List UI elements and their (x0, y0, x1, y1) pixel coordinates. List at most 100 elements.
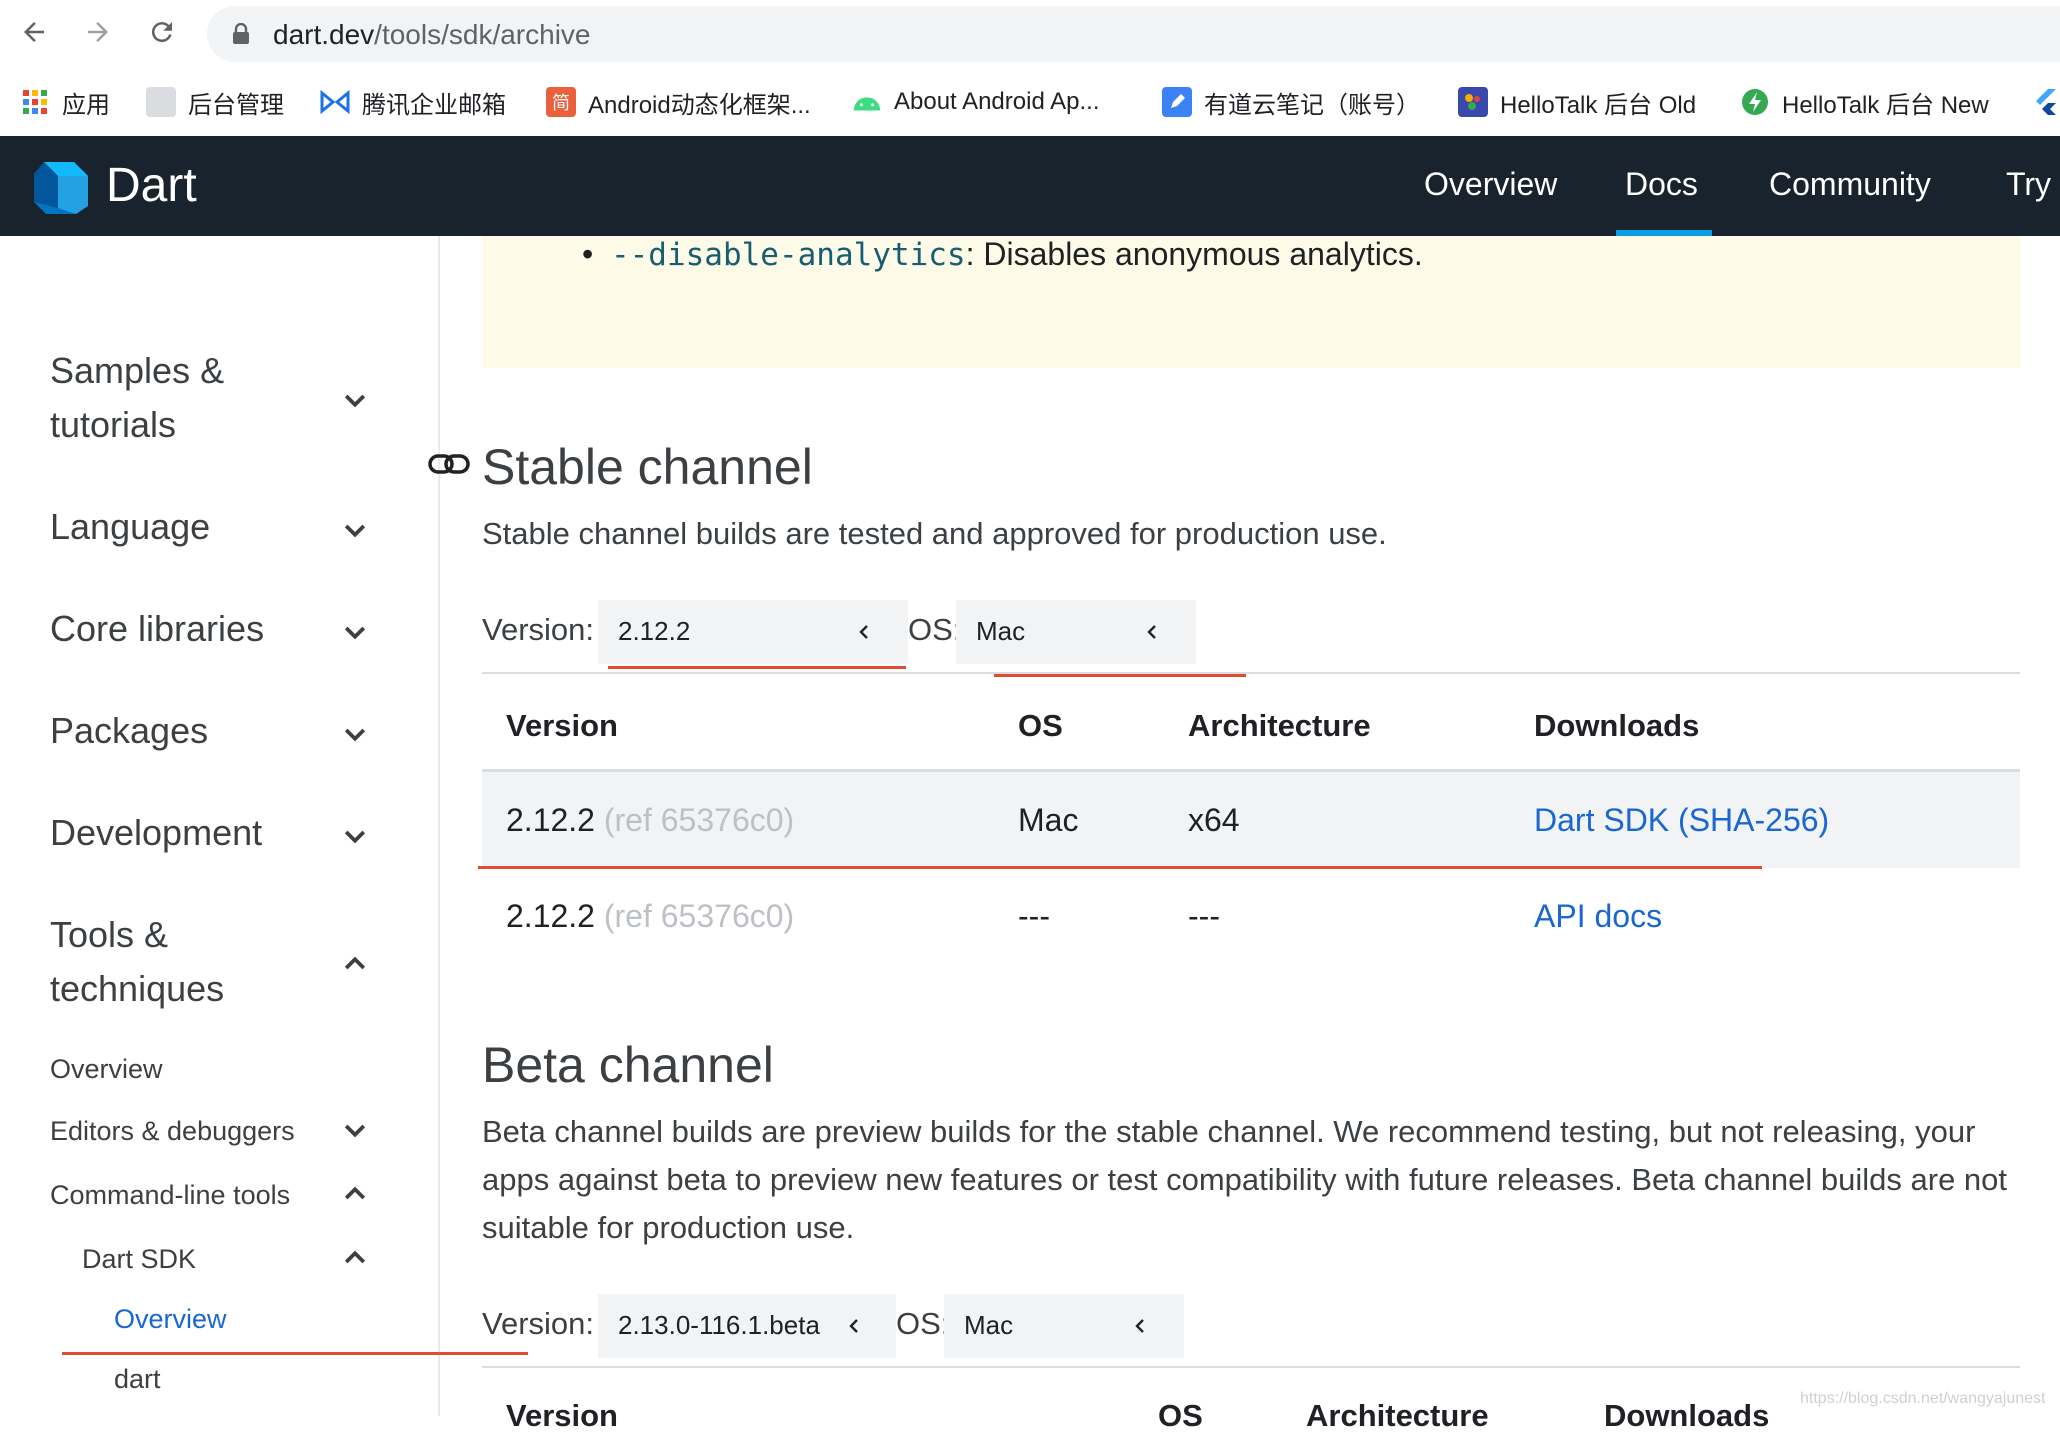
chevron-up-icon[interactable] (340, 1242, 370, 1272)
back-arrow-icon (24, 22, 44, 42)
site-header: Dart Overview Docs Community Try (0, 136, 2060, 236)
beta-version-label: Version: (482, 1306, 595, 1341)
dart-logo-icon[interactable] (32, 158, 90, 216)
admin-icon (146, 87, 176, 117)
anchor-link-icon[interactable] (428, 450, 470, 478)
api-docs-link[interactable]: API docs (1534, 898, 1662, 935)
os-cell: --- (1018, 898, 1050, 934)
os-cell: Mac (1018, 802, 1079, 838)
sidebar-item-dart[interactable]: dart (114, 1364, 161, 1395)
table-row: 2.12.2 (ref 65376c0) --- --- API docs (482, 868, 2020, 964)
column-header: Downloads (1604, 1398, 1770, 1433)
tencent-mail-icon (320, 87, 350, 117)
bookmark-apps[interactable]: 应用 (20, 84, 110, 120)
bookmark-hellotalk-old[interactable]: HelloTalk 后台 Old (1458, 84, 1696, 120)
chevron-down-icon[interactable] (340, 1116, 370, 1146)
chevron-up-icon[interactable] (340, 948, 370, 978)
reload-icon (151, 22, 172, 43)
chevron-left-icon (1135, 1319, 1144, 1333)
version-cell: 2.12.2 (ref 65376c0) (506, 802, 795, 838)
sidebar-section-samples[interactable]: Samples & tutorials (50, 344, 270, 452)
table-header-row: Version OS Architecture Downloads (482, 672, 2020, 772)
lock-icon (233, 23, 249, 44)
column-header: Downloads (1534, 708, 1700, 743)
column-header: Version (506, 1398, 618, 1433)
sidebar-section-packages[interactable]: Packages (50, 704, 208, 758)
code-flag: --disable-analytics (610, 237, 966, 273)
column-header: Architecture (1188, 708, 1371, 743)
nav-overview[interactable]: Overview (1424, 166, 1557, 203)
sidebar-section-development[interactable]: Development (50, 806, 262, 860)
chevron-down-icon[interactable] (340, 822, 370, 852)
column-header: OS (1158, 1398, 1203, 1433)
reload-button[interactable] (142, 12, 182, 52)
sidebar-section-language[interactable]: Language (50, 500, 210, 554)
chevron-down-icon[interactable] (340, 618, 370, 648)
table-header-row: Version OS Architecture Downloads (482, 1366, 2020, 1433)
beta-channel-heading: Beta channel (482, 1037, 774, 1093)
chevron-left-icon (1147, 625, 1156, 639)
beta-os-select[interactable]: Mac (944, 1294, 1184, 1358)
stable-version-label: Version: (482, 612, 595, 647)
bookmark-youdao-note[interactable]: 有道云笔记（账号） (1162, 84, 1420, 120)
sidebar-item-tools-overview[interactable]: Overview (50, 1054, 163, 1085)
nav-docs[interactable]: Docs (1625, 166, 1698, 203)
forward-button[interactable] (78, 12, 118, 52)
back-button[interactable] (14, 12, 54, 52)
chevron-up-icon[interactable] (340, 1178, 370, 1208)
address-bar[interactable]: dart.dev/tools/sdk/archive (207, 6, 2060, 62)
sidebar-item-dart-sdk[interactable]: Dart SDK (82, 1244, 196, 1275)
note-bullet-item: • --disable-analytics: Disables anonymou… (582, 236, 1423, 273)
beta-os-label: OS: (896, 1306, 950, 1341)
column-header: OS (1018, 708, 1063, 743)
android-icon (852, 87, 882, 117)
beta-version-select[interactable]: 2.13.0-116.1.beta (598, 1294, 896, 1358)
download-link[interactable]: Dart SDK (SHA-256) (1534, 802, 1829, 839)
beta-channel-description: Beta channel builds are preview builds f… (482, 1114, 2008, 1245)
bookmarks-bar: 应用 后台管理 腾讯企业邮箱 简 Android动态化框架... About A… (0, 68, 2060, 136)
watermark: https://blog.csdn.net/wangyajunest (1800, 1390, 2046, 1407)
brand-name[interactable]: Dart (106, 158, 197, 213)
column-header: Architecture (1306, 1398, 1489, 1433)
apps-grid-icon (20, 87, 50, 117)
jian-icon: 简 (546, 87, 576, 117)
sidebar-section-core-libraries[interactable]: Core libraries (50, 602, 264, 656)
annotation-underline-sidebar (62, 1352, 528, 1355)
chevron-left-icon (859, 625, 868, 639)
chevron-down-icon[interactable] (340, 720, 370, 750)
sidebar-item-editors-debuggers[interactable]: Editors & debuggers (50, 1116, 295, 1147)
chevron-down-icon[interactable] (340, 516, 370, 546)
sidebar-nav: Samples & tutorials Language Core librar… (0, 236, 528, 1416)
flutter-icon (2036, 89, 2056, 115)
hellotalk-new-icon (1740, 87, 1770, 117)
stable-version-select[interactable]: 2.12.2 (598, 600, 908, 664)
stable-channel-description: Stable channel builds are tested and app… (482, 516, 1387, 551)
nav-try[interactable]: Try (2006, 166, 2051, 203)
browser-toolbar: dart.dev/tools/sdk/archive (0, 0, 2060, 71)
forward-arrow-icon (88, 22, 108, 42)
bookmark-about-android[interactable]: About Android Ap... (852, 84, 1100, 120)
sidebar-item-command-line-tools[interactable]: Command-line tools (50, 1180, 290, 1211)
sidebar-item-sdk-overview[interactable]: Overview (114, 1304, 227, 1335)
bookmark-flutter-partial[interactable] (2034, 84, 2058, 120)
chevron-down-icon[interactable] (340, 386, 370, 416)
stable-os-label: OS: (908, 612, 962, 647)
bookmark-hellotalk-new[interactable]: HelloTalk 后台 New (1740, 84, 1989, 120)
version-cell: 2.12.2 (ref 65376c0) (506, 898, 795, 934)
stable-channel-heading: Stable channel (482, 439, 813, 495)
bookmark-tencent-mail[interactable]: 腾讯企业邮箱 (320, 84, 506, 120)
youdao-icon (1162, 87, 1192, 117)
sidebar-section-tools[interactable]: Tools & techniques (50, 908, 270, 1016)
bookmark-admin[interactable]: 后台管理 (146, 84, 284, 120)
annotation-underline-version (608, 666, 906, 669)
stable-os-select[interactable]: Mac (956, 600, 1196, 664)
arch-cell: --- (1188, 898, 1220, 934)
hellotalk-old-icon (1458, 87, 1488, 117)
nav-community[interactable]: Community (1769, 166, 1931, 203)
chevron-left-icon (849, 1319, 858, 1333)
url-text[interactable]: dart.dev/tools/sdk/archive (273, 19, 591, 51)
arch-cell: x64 (1188, 802, 1240, 838)
column-header: Version (506, 708, 618, 743)
bookmark-android-framework[interactable]: 简 Android动态化框架... (546, 84, 811, 120)
table-row: 2.12.2 (ref 65376c0) Mac x64 Dart SDK (S… (482, 772, 2020, 868)
